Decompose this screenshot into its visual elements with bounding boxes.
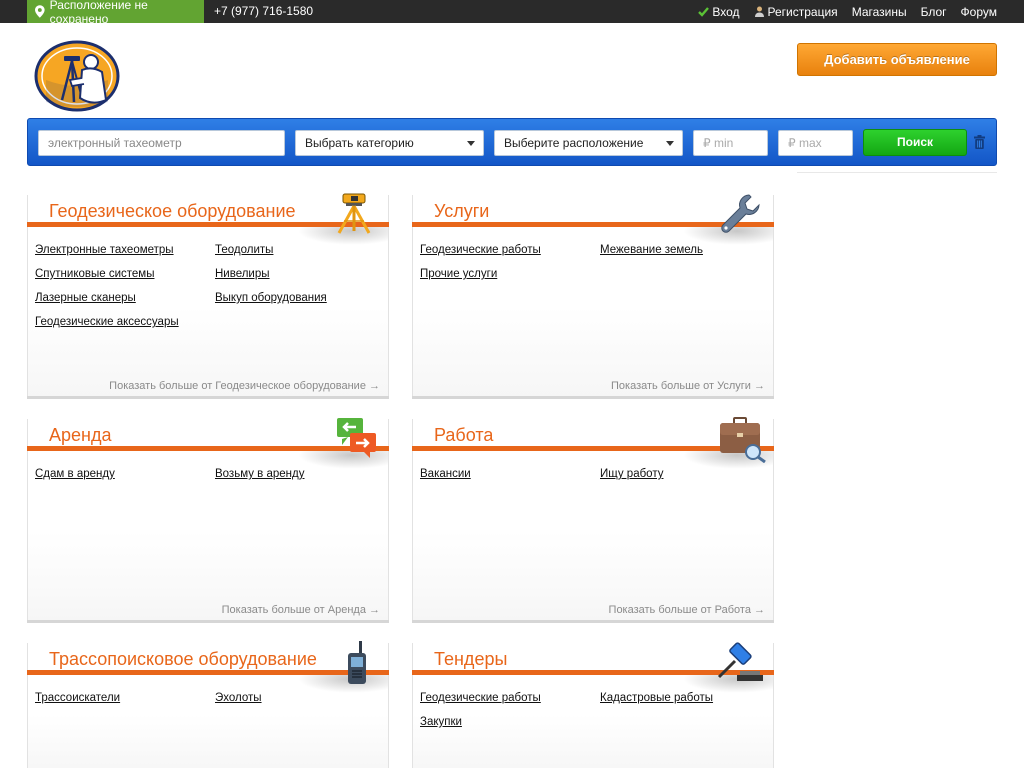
category-title[interactable]: Работа <box>434 425 493 446</box>
category-title[interactable]: Геодезическое оборудование <box>49 201 296 222</box>
link-other-services[interactable]: Прочие услуги <box>420 267 600 282</box>
category-card-pipe-locating: Трассопоисковое оборудование Трассоискат… <box>27 641 389 768</box>
location-select-value: Выберите расположение <box>504 136 644 150</box>
category-select[interactable]: Выбрать категорию <box>295 130 484 156</box>
link-theodolites[interactable]: Теодолиты <box>215 243 385 258</box>
login-label: Вход <box>712 4 740 19</box>
site-logo[interactable] <box>34 40 120 112</box>
link-procurement[interactable]: Закупки <box>420 715 600 730</box>
blog-link[interactable]: Блог <box>921 5 947 19</box>
forum-link[interactable]: Форум <box>961 5 997 19</box>
top-bar: Расположение не сохранено +7 (977) 716-1… <box>0 0 1024 26</box>
link-rent-out[interactable]: Сдам в аренду <box>35 467 215 482</box>
check-icon <box>698 7 710 17</box>
show-more-link[interactable]: Показать больше от Работа → <box>609 604 765 616</box>
search-bar: электронный тахеометр Выбрать категорию … <box>27 118 997 166</box>
chevron-down-icon <box>467 141 475 146</box>
category-title[interactable]: Услуги <box>434 201 489 222</box>
card-bottom-border <box>412 620 774 623</box>
link-equipment-buyout[interactable]: Выкуп оборудования <box>215 291 385 306</box>
trash-icon[interactable] <box>974 135 985 149</box>
shops-link[interactable]: Магазины <box>852 5 907 19</box>
link-geodesic-accessories[interactable]: Геодезические аксессуары <box>35 315 215 330</box>
link-cadastral-works[interactable]: Кадастровые работы <box>600 691 770 706</box>
location-status-label: Расположение не сохранено <box>49 0 148 26</box>
phone-number: +7 (977) 716-1580 <box>214 4 314 18</box>
top-nav: Вход Регистрация Магазины Блог Форум <box>698 0 997 23</box>
category-title[interactable]: Трассопоисковое оборудование <box>49 649 317 670</box>
link-vacancies[interactable]: Вакансии <box>420 467 600 482</box>
price-max-input[interactable]: ₽ max <box>778 130 853 156</box>
location-status[interactable]: Расположение не сохранено <box>27 0 204 26</box>
sidebar-divider <box>797 172 997 173</box>
show-more-link[interactable]: Показать больше от Геодезическое оборудо… <box>109 380 380 392</box>
card-bottom-border <box>27 620 389 623</box>
link-geodesic-works[interactable]: Геодезические работы <box>420 243 600 258</box>
category-links: Сдам в аренду Возьму в аренду <box>35 467 385 482</box>
category-stripe <box>27 670 389 675</box>
location-pin-icon <box>35 5 45 18</box>
category-stripe <box>27 446 389 451</box>
price-min-input[interactable]: ₽ min <box>693 130 768 156</box>
category-card-geodesic-equipment: Геодезическое оборудование Электронные т… <box>27 193 389 399</box>
category-links: Вакансии Ищу работу <box>420 467 770 482</box>
login-link[interactable]: Вход <box>698 4 740 19</box>
add-listing-button[interactable]: Добавить объявление <box>797 43 997 76</box>
category-select-value: Выбрать категорию <box>305 136 414 150</box>
link-pipe-locators[interactable]: Трассоискатели <box>35 691 215 706</box>
tripod-level-icon <box>337 193 371 234</box>
category-card-services: Услуги Геодезические работы Межевание зе… <box>412 194 774 399</box>
link-gnss-systems[interactable]: Спутниковые системы <box>35 267 215 282</box>
category-title[interactable]: Аренда <box>49 425 111 446</box>
icon-shadow <box>298 673 388 693</box>
category-links: Трассоискатели Эхолоты <box>35 691 385 706</box>
category-card-rent: Аренда Сдам в аренду Возьму в аренду Пок… <box>27 418 389 623</box>
link-echo-sounders[interactable]: Эхолоты <box>215 691 385 706</box>
show-more-link[interactable]: Показать больше от Услуги → <box>611 380 765 392</box>
link-tender-geodesic-works[interactable]: Геодезические работы <box>420 691 600 706</box>
link-land-surveying[interactable]: Межевание земель <box>600 243 770 258</box>
register-label: Регистрация <box>767 4 838 19</box>
show-more-link[interactable]: Показать больше от Аренда → <box>222 604 380 616</box>
gavel-icon <box>717 642 763 681</box>
radio-icon <box>348 641 366 684</box>
search-input[interactable]: электронный тахеометр <box>38 130 285 156</box>
category-links: Геодезические работы Межевание земель Пр… <box>420 243 770 282</box>
register-link[interactable]: Регистрация <box>754 5 838 19</box>
briefcase-search-icon <box>720 417 766 463</box>
category-links: Электронные тахеометры Теодолиты Спутник… <box>35 243 385 330</box>
link-looking-for-job[interactable]: Ищу работу <box>600 467 770 482</box>
exchange-arrows-icon <box>337 418 376 458</box>
card-bottom-border <box>27 396 389 399</box>
wrench-icon <box>721 194 760 233</box>
category-title[interactable]: Тендеры <box>434 649 507 670</box>
category-card-jobs: Работа Вакансии Ищу работу Показать боль… <box>412 417 774 623</box>
category-links: Геодезические работы Кадастровые работы … <box>420 691 770 730</box>
link-rent-in[interactable]: Возьму в аренду <box>215 467 385 482</box>
chevron-down-icon <box>666 141 674 146</box>
user-icon <box>754 6 764 17</box>
category-card-tenders: Тендеры Геодезические работы Кадастровые… <box>412 642 774 768</box>
location-select[interactable]: Выберите расположение <box>494 130 683 156</box>
link-total-stations[interactable]: Электронные тахеометры <box>35 243 215 258</box>
card-bottom-border <box>412 396 774 399</box>
search-button[interactable]: Поиск <box>863 129 967 156</box>
link-laser-scanners[interactable]: Лазерные сканеры <box>35 291 215 306</box>
link-levels[interactable]: Нивелиры <box>215 267 385 282</box>
